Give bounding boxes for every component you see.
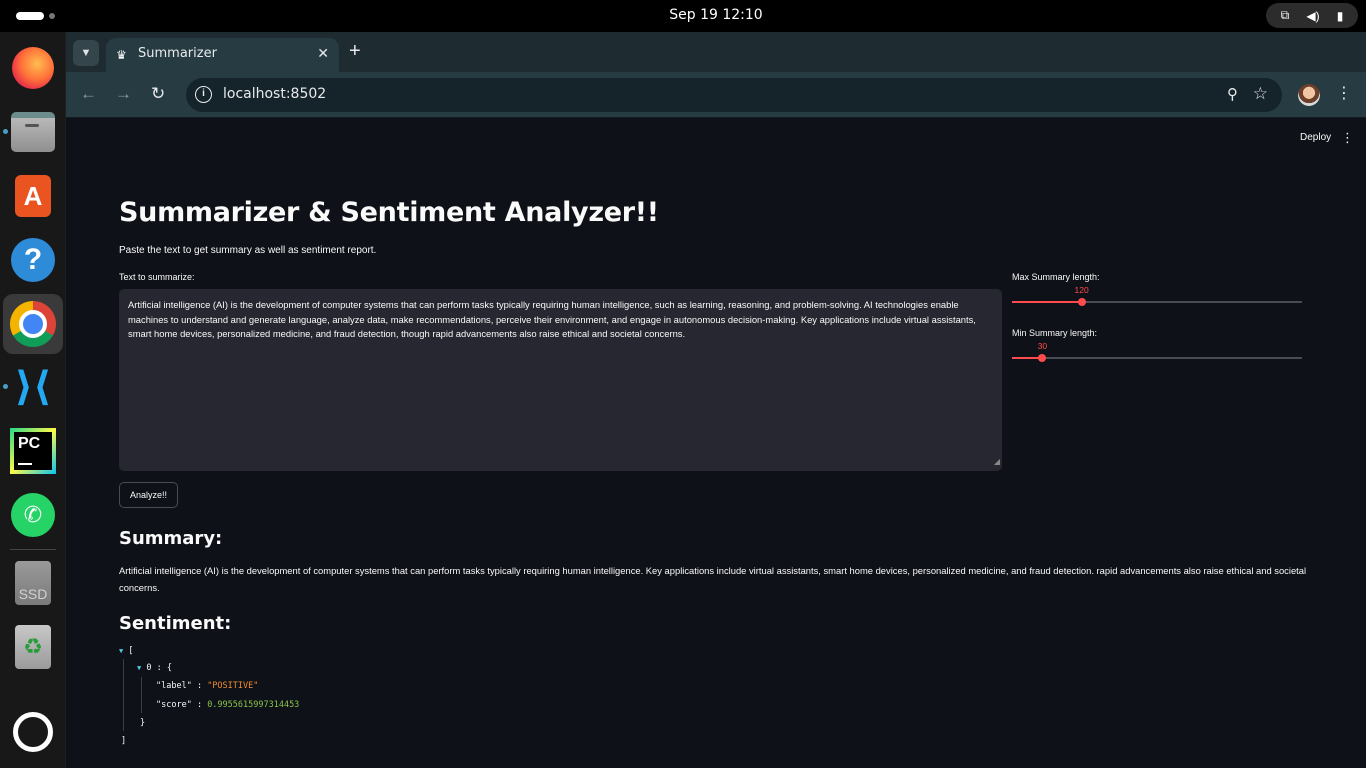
dock: A ? ⟩⟨ PC ✆ SSD ♻ <box>0 32 66 768</box>
tab-strip: ▼ ♛ Summarizer ✕ + <box>66 32 1366 72</box>
chrome-icon <box>10 301 56 347</box>
json-item-line[interactable]: ▼ 0 : { <box>137 663 172 673</box>
dock-item-help[interactable]: ? <box>8 235 58 285</box>
battery-icon: ▮ <box>1336 8 1344 23</box>
collapse-caret-icon[interactable]: ▼ <box>119 647 123 655</box>
json-guide <box>141 677 142 713</box>
dock-item-trash[interactable]: ♻ <box>8 622 58 672</box>
dock-item-files[interactable] <box>8 107 58 157</box>
max-length-slider[interactable]: 120 <box>1012 285 1302 306</box>
zoom-icon[interactable]: ⚲ <box>1227 85 1238 103</box>
network-icon: ⧉ <box>1280 8 1290 22</box>
min-length-label: Min Summary length: <box>1012 328 1098 338</box>
analyze-button[interactable]: Analyze!! <box>119 482 178 508</box>
forward-arrow-icon[interactable]: → <box>115 84 132 104</box>
pycharm-icon: PC <box>10 428 56 474</box>
json-label-line: "label" : "POSITIVE" <box>156 681 259 691</box>
json-close-brace: } <box>140 718 146 728</box>
max-length-label: Max Summary length: <box>1012 272 1100 282</box>
resize-handle-icon[interactable]: ◢ <box>994 455 1000 470</box>
bookmark-star-icon[interactable]: ☆ <box>1253 84 1268 104</box>
address-bar[interactable]: i localhost:8502 ⚲ ☆ <box>186 78 1282 112</box>
slider-value: 120 <box>1074 285 1089 295</box>
tab-search-button[interactable]: ▼ <box>73 40 99 66</box>
browser-toolbar: ← → ↻ i localhost:8502 ⚲ ☆ ⋮ <box>66 72 1366 118</box>
dock-item-ssd[interactable]: SSD <box>8 558 58 608</box>
text-to-summarize-input[interactable]: Artificial intelligence (AI) is the deve… <box>119 289 1002 471</box>
ssd-icon: SSD <box>15 561 51 605</box>
summary-text: Artificial intelligence (AI) is the deve… <box>119 565 1307 593</box>
slider-thumb[interactable] <box>1077 298 1086 306</box>
back-arrow-icon[interactable]: ← <box>80 84 97 104</box>
site-info-icon[interactable]: i <box>195 86 212 103</box>
browser-window: ▼ ♛ Summarizer ✕ + ← → ↻ i localhost:850… <box>66 32 1366 768</box>
url-text[interactable]: localhost:8502 <box>223 86 326 102</box>
system-top-bar: Sep 19 12:10 ⧉ ◀) ▮ <box>0 0 1366 32</box>
files-icon <box>11 112 55 152</box>
json-root-line[interactable]: ▼ [ <box>119 646 133 656</box>
page-title: Summarizer & Sentiment Analyzer!! <box>119 197 659 228</box>
text-area-value: Artificial intelligence (AI) is the deve… <box>128 299 976 339</box>
tab-title: Summarizer <box>138 46 217 61</box>
slider-fill <box>1012 301 1082 303</box>
dock-item-chrome[interactable] <box>3 294 63 354</box>
slider-thumb[interactable] <box>1038 354 1047 362</box>
slider-value: 30 <box>1037 341 1048 351</box>
reload-icon[interactable]: ↻ <box>151 84 165 104</box>
volume-icon: ◀) <box>1306 8 1320 23</box>
close-icon[interactable]: ✕ <box>317 45 329 62</box>
chevron-down-icon: ▼ <box>80 47 92 59</box>
dock-item-show-apps[interactable] <box>8 707 58 757</box>
sentiment-heading: Sentiment: <box>119 613 232 634</box>
app-menu-icon[interactable]: ⋮ <box>1341 130 1354 146</box>
clock[interactable]: Sep 19 12:10 <box>0 7 1366 23</box>
json-guide <box>123 659 124 731</box>
dock-item-app-center[interactable]: A <box>8 171 58 221</box>
ubuntu-icon <box>13 712 53 752</box>
min-length-slider[interactable]: 30 <box>1012 341 1302 362</box>
deploy-button[interactable]: Deploy <box>1300 132 1331 143</box>
help-icon: ? <box>11 238 55 282</box>
firefox-icon <box>12 47 54 89</box>
system-tray[interactable]: ⧉ ◀) ▮ <box>1266 3 1358 28</box>
app-page: Deploy ⋮ Summarizer & Sentiment Analyzer… <box>66 119 1366 768</box>
page-subtitle: Paste the text to get summary as well as… <box>119 245 377 256</box>
text-input-label: Text to summarize: <box>119 272 195 282</box>
dock-item-vscode[interactable]: ⟩⟨ <box>8 362 58 412</box>
dock-item-whatsapp[interactable]: ✆ <box>8 490 58 540</box>
app-center-icon: A <box>15 175 51 217</box>
collapse-caret-icon[interactable]: ▼ <box>137 664 141 672</box>
browser-menu-icon[interactable]: ⋮ <box>1336 83 1352 103</box>
profile-avatar[interactable] <box>1298 84 1320 106</box>
trash-icon: ♻ <box>15 625 51 669</box>
dock-separator <box>10 549 56 550</box>
vscode-icon: ⟩⟨ <box>14 365 52 409</box>
summary-heading: Summary: <box>119 528 223 549</box>
json-close-bracket: ] <box>121 736 127 746</box>
streamlit-crown-icon: ♛ <box>116 48 127 62</box>
tab-summarizer[interactable]: ♛ Summarizer ✕ <box>106 38 339 72</box>
dock-item-firefox[interactable] <box>8 43 58 93</box>
dock-item-pycharm[interactable]: PC <box>8 426 58 476</box>
json-score-line: "score" : 0.9955615997314453 <box>156 700 300 710</box>
new-tab-button[interactable]: + <box>349 41 361 61</box>
whatsapp-icon: ✆ <box>11 493 55 537</box>
